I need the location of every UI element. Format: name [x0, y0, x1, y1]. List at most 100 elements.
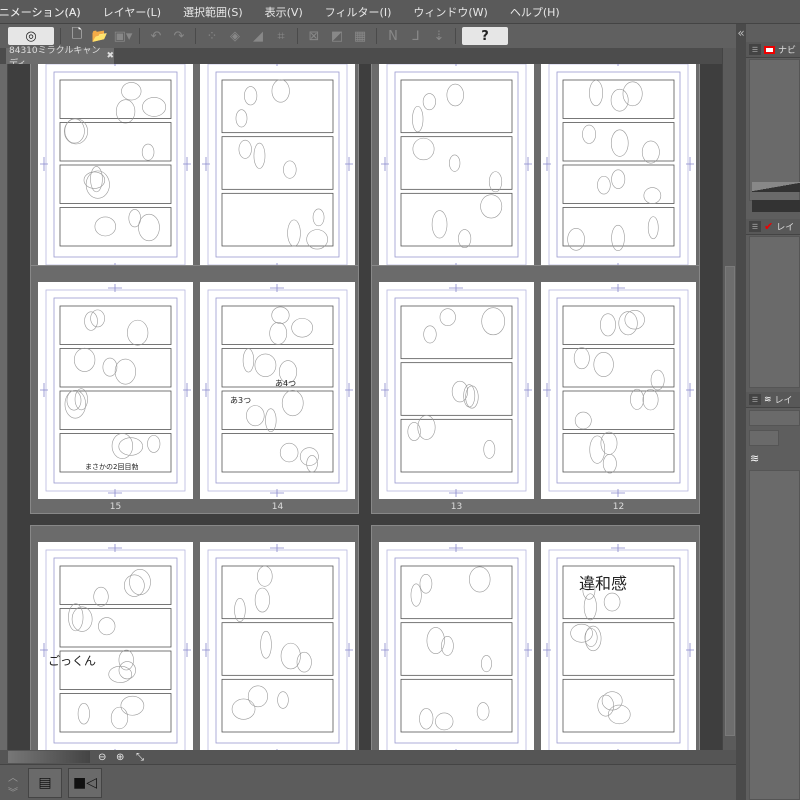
page-artwork — [381, 544, 532, 750]
artwork-text: 違和感 — [579, 574, 628, 593]
scrollbar-thumb[interactable] — [725, 266, 735, 736]
menu-view[interactable]: 表示(V) — [254, 4, 314, 20]
divider — [139, 28, 140, 44]
manga-page[interactable] — [541, 282, 696, 499]
invert-selection-icon[interactable]: ◈ — [225, 27, 245, 45]
snap-icon[interactable]: ⅃ — [406, 27, 426, 45]
menu-bar: アニメーション(A)ニメーション(A) レイヤー(L) 選択範囲(S) 表示(V… — [0, 0, 800, 24]
artwork-text: あ4つ — [275, 379, 297, 388]
artwork-text: あ3つ — [230, 396, 252, 405]
undo-icon[interactable]: ↶ — [146, 27, 166, 45]
manga-page[interactable] — [379, 542, 534, 750]
page-number: 13 — [450, 502, 463, 512]
menu-help[interactable]: ヘルプ(H) — [499, 4, 571, 20]
zoom-bar: ⊖ ⊕ ⤡ — [8, 750, 722, 764]
right-panels: ☰ ナビ ☰ ✔ レイ ☰ ≋ レイ ≋ — [746, 24, 800, 800]
manga-page[interactable]: まさかの2回目勃 — [38, 282, 193, 499]
opacity-dropdown[interactable] — [749, 430, 779, 446]
command-bar: ◎ 🗋 📂 ▣▾ ↶ ↷ ⁘ ◈ ◢ ⌗ ⊠ ◩ ▦ N ⅃ ⇣ ? — [0, 24, 745, 48]
divider — [455, 28, 456, 44]
page-spread[interactable]: 9 8 — [371, 64, 700, 288]
panel-menu-icon[interactable]: ☰ — [749, 44, 761, 55]
artwork-text: まさかの2回目勃 — [85, 463, 139, 471]
manga-page[interactable] — [200, 542, 355, 750]
navigator-title: ナビ — [778, 46, 797, 56]
left-panel-edge — [0, 64, 8, 750]
checkmark-icon: ✔ — [764, 220, 774, 233]
page-manager-canvas[interactable]: 11 10 9 8 まさかの2回目勃15 あ3つあ — [8, 64, 722, 750]
page-artwork — [40, 544, 191, 750]
clear-icon[interactable]: ⊠ — [304, 27, 324, 45]
manga-page[interactable] — [541, 64, 696, 273]
page-number: 12 — [612, 502, 625, 512]
layer-property-panel-header[interactable]: ☰ ✔ レイ — [746, 219, 800, 235]
bottom-palette: ︿ ︾ ▤ ■◁ — [0, 764, 745, 800]
blend-mode-field[interactable] — [749, 410, 800, 426]
close-icon[interactable]: ✖ — [106, 51, 114, 61]
menu-selection[interactable]: 選択範囲(S) — [172, 4, 254, 20]
layer-stack-icon: ≋ — [764, 394, 772, 405]
menu-filter[interactable]: フィルター(I) — [314, 4, 403, 20]
zoom-in-icon[interactable]: ⊕ — [116, 752, 130, 763]
camera-icon[interactable]: ■◁ — [68, 768, 102, 798]
divider — [376, 28, 377, 44]
divider — [195, 28, 196, 44]
page-spread[interactable]: まさかの2回目勃 15 あ3つ あ4つ 14 — [30, 265, 359, 514]
navigator-preview — [749, 59, 800, 201]
timeline-icon[interactable]: ▤ — [28, 768, 62, 798]
collapse-panel-icon[interactable]: « — [736, 26, 746, 40]
menu-window[interactable]: ウィンドウ(W) — [402, 4, 498, 20]
panel-menu-icon[interactable]: ☰ — [749, 221, 761, 232]
transform-icon[interactable]: ⌗ — [271, 27, 291, 45]
page-artwork — [40, 64, 191, 271]
help-button[interactable]: ? — [462, 27, 508, 45]
panel-menu-icon[interactable]: ☰ — [749, 394, 761, 405]
vertical-scrollbar[interactable] — [722, 48, 736, 750]
layer-panel-header[interactable]: ☰ ≋ レイ — [746, 392, 800, 408]
crop-icon[interactable]: ▦ — [350, 27, 370, 45]
layer-list — [749, 470, 800, 800]
redo-icon[interactable]: ↷ — [169, 27, 189, 45]
manga-page[interactable]: あ3つ あ4つ — [200, 282, 355, 499]
snap-grid-icon[interactable]: ⇣ — [429, 27, 449, 45]
page-spread[interactable]: 11 10 — [30, 64, 359, 288]
menu-animation[interactable]: アニメーション(A)ニメーション(A) — [0, 4, 92, 20]
page-artwork — [543, 284, 694, 497]
layer-title: レイ — [774, 396, 793, 406]
ruler-icon[interactable]: N — [383, 27, 403, 45]
collapse-up-icon[interactable]: ︿ ︾ — [8, 769, 18, 799]
page-artwork — [381, 64, 532, 271]
page-artwork — [381, 284, 532, 497]
manga-page[interactable]: ごっくん — [38, 542, 193, 750]
navigator-icon — [764, 45, 775, 54]
page-spread[interactable]: ごっくん — [30, 525, 359, 750]
page-number: 15 — [109, 502, 122, 512]
manga-page[interactable] — [379, 64, 534, 273]
layer-stack-icon: ≋ — [750, 452, 760, 465]
artwork-text: ごっくん — [48, 654, 97, 668]
page-spread[interactable]: 13 12 — [371, 265, 700, 514]
menu-layer[interactable]: レイヤー(L) — [92, 4, 172, 20]
layer-property-body — [749, 236, 800, 388]
fit-icon[interactable]: ⤡ — [136, 752, 150, 763]
page-artwork — [543, 64, 694, 271]
manga-page[interactable]: 違和感 — [541, 542, 696, 750]
deselect-icon[interactable]: ⁘ — [202, 27, 222, 45]
manga-page[interactable] — [379, 282, 534, 499]
navigator-panel-header[interactable]: ☰ ナビ — [746, 42, 800, 58]
document-tab[interactable]: 84310ミラクルキャンディ ✖ — [6, 46, 114, 69]
save-icon[interactable]: ▣▾ — [113, 27, 133, 45]
zoom-out-icon[interactable]: ⊖ — [98, 752, 112, 763]
clear-outside-icon[interactable]: ◩ — [327, 27, 347, 45]
page-artwork — [202, 64, 353, 271]
manga-page[interactable] — [38, 64, 193, 273]
navigator-rotate-slider[interactable] — [752, 200, 800, 212]
document-tab-bar: 84310ミラクルキャンディ ✖ — [0, 46, 745, 69]
navigator-zoom-slider[interactable] — [752, 182, 800, 192]
layer-property-title: レイ — [776, 223, 795, 233]
panel-gutter: « — [736, 24, 746, 800]
page-spread[interactable]: 違和感 — [371, 525, 700, 750]
fill-icon[interactable]: ◢ — [248, 27, 268, 45]
manga-page[interactable] — [200, 64, 355, 273]
zoom-slider[interactable] — [8, 751, 90, 763]
